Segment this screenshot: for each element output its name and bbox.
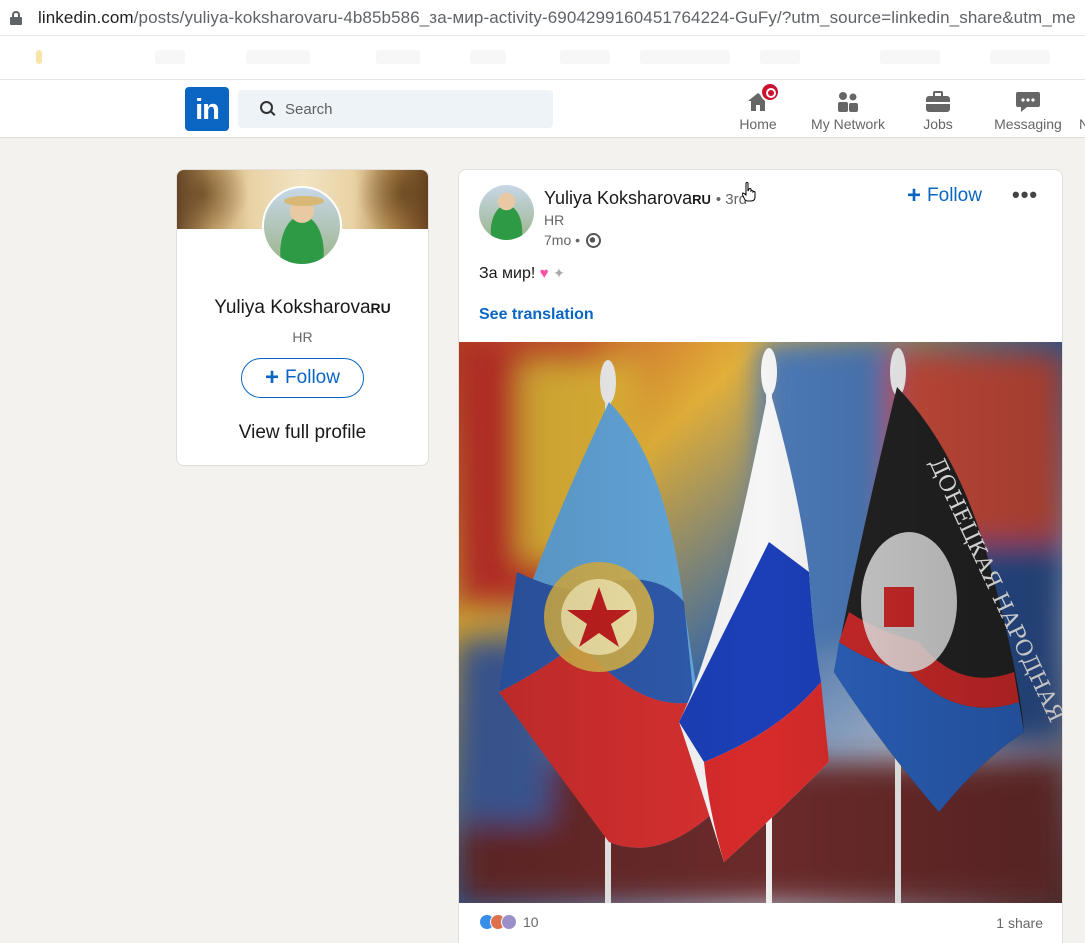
url-host: linkedin.com bbox=[38, 7, 134, 27]
post-age: 7mo • bbox=[544, 232, 581, 248]
profile-name[interactable]: Yuliya KoksharovaRU bbox=[177, 297, 428, 319]
heart-emoji-icon: ♥ bbox=[539, 265, 549, 282]
search-icon bbox=[260, 100, 273, 114]
post-author-name[interactable]: Yuliya KoksharovaRU • 3rd bbox=[544, 188, 747, 209]
browser-address-bar[interactable]: linkedin.com/posts/yuliya-koksharovaru-4… bbox=[0, 0, 1085, 36]
nav-messaging[interactable]: Messaging bbox=[988, 88, 1068, 132]
nav-partial-label: N bbox=[1078, 116, 1085, 132]
hand-cursor-icon bbox=[742, 182, 756, 202]
plus-icon: + bbox=[907, 182, 922, 209]
profile-card: Yuliya KoksharovaRU HR + Follow View ful… bbox=[176, 169, 429, 466]
profile-name-suffix: RU bbox=[370, 300, 391, 316]
post-follow-button[interactable]: + Follow bbox=[907, 184, 982, 208]
network-icon bbox=[803, 88, 893, 114]
lock-icon bbox=[10, 10, 22, 25]
post-author-headline: HR bbox=[544, 212, 565, 228]
post-image[interactable]: ДОНЕЦКАЯ НАРОДНАЯ bbox=[459, 342, 1062, 903]
nav-home-label: Home bbox=[739, 116, 777, 132]
search-input[interactable] bbox=[285, 100, 525, 118]
profile-follow-button[interactable]: + Follow bbox=[241, 358, 364, 398]
flags-photo: ДОНЕЦКАЯ НАРОДНАЯ bbox=[459, 342, 1062, 903]
nav-home[interactable]: Home bbox=[733, 82, 783, 132]
nav-jobs-label: Jobs bbox=[923, 116, 953, 132]
briefcase-icon bbox=[915, 88, 961, 114]
nav-messaging-label: Messaging bbox=[994, 116, 1062, 132]
support-reaction-icon bbox=[501, 914, 517, 930]
nav-jobs[interactable]: Jobs bbox=[915, 88, 961, 132]
share-count[interactable]: 1 share bbox=[996, 915, 1043, 931]
post-author-avatar[interactable] bbox=[479, 185, 534, 240]
linkedin-logo[interactable]: in bbox=[185, 87, 229, 131]
post-follow-label: Follow bbox=[927, 185, 982, 206]
post-text: За мир! ♥ ✦ bbox=[479, 265, 565, 283]
linkedin-navbar: in Home My Network Jobs Messaging N bbox=[0, 80, 1085, 138]
profile-name-text: Yuliya Koksharova bbox=[214, 297, 371, 318]
profile-follow-label: Follow bbox=[285, 367, 340, 388]
search-bar[interactable] bbox=[238, 90, 553, 128]
nav-notifications-partial[interactable]: N bbox=[1074, 88, 1085, 132]
globe-icon bbox=[586, 232, 602, 248]
bookmarks-bar bbox=[0, 36, 1085, 80]
post-author-name-text: Yuliya Koksharova bbox=[544, 188, 693, 208]
post-meta: 7mo • bbox=[544, 232, 602, 248]
messaging-icon bbox=[988, 88, 1068, 114]
more-options-icon[interactable]: ••• bbox=[1012, 182, 1038, 208]
nav-network-label: My Network bbox=[811, 116, 885, 132]
url-text[interactable]: linkedin.com/posts/yuliya-koksharovaru-4… bbox=[38, 8, 1076, 28]
profile-headline: HR bbox=[292, 329, 313, 345]
nav-my-network[interactable]: My Network bbox=[803, 88, 893, 132]
home-icon bbox=[733, 82, 783, 114]
reactions-summary[interactable]: 10 bbox=[479, 914, 539, 930]
notification-badge bbox=[760, 82, 780, 102]
post-text-body: За мир! bbox=[479, 265, 536, 282]
see-translation-link[interactable]: See translation bbox=[479, 306, 594, 324]
profile-avatar[interactable] bbox=[262, 186, 342, 266]
post-author-suffix: RU bbox=[692, 192, 711, 207]
reaction-count: 10 bbox=[523, 914, 539, 930]
dove-emoji-icon: ✦ bbox=[553, 265, 565, 281]
post-card: Yuliya KoksharovaRU • 3rd HR 7mo • + Fol… bbox=[458, 169, 1063, 943]
social-counts-bar: 10 1 share bbox=[459, 905, 1062, 941]
view-full-profile-link[interactable]: View full profile bbox=[177, 422, 428, 444]
plus-icon: + bbox=[265, 364, 280, 391]
url-path: /posts/yuliya-koksharovaru-4b85b586_за-м… bbox=[133, 7, 1076, 27]
